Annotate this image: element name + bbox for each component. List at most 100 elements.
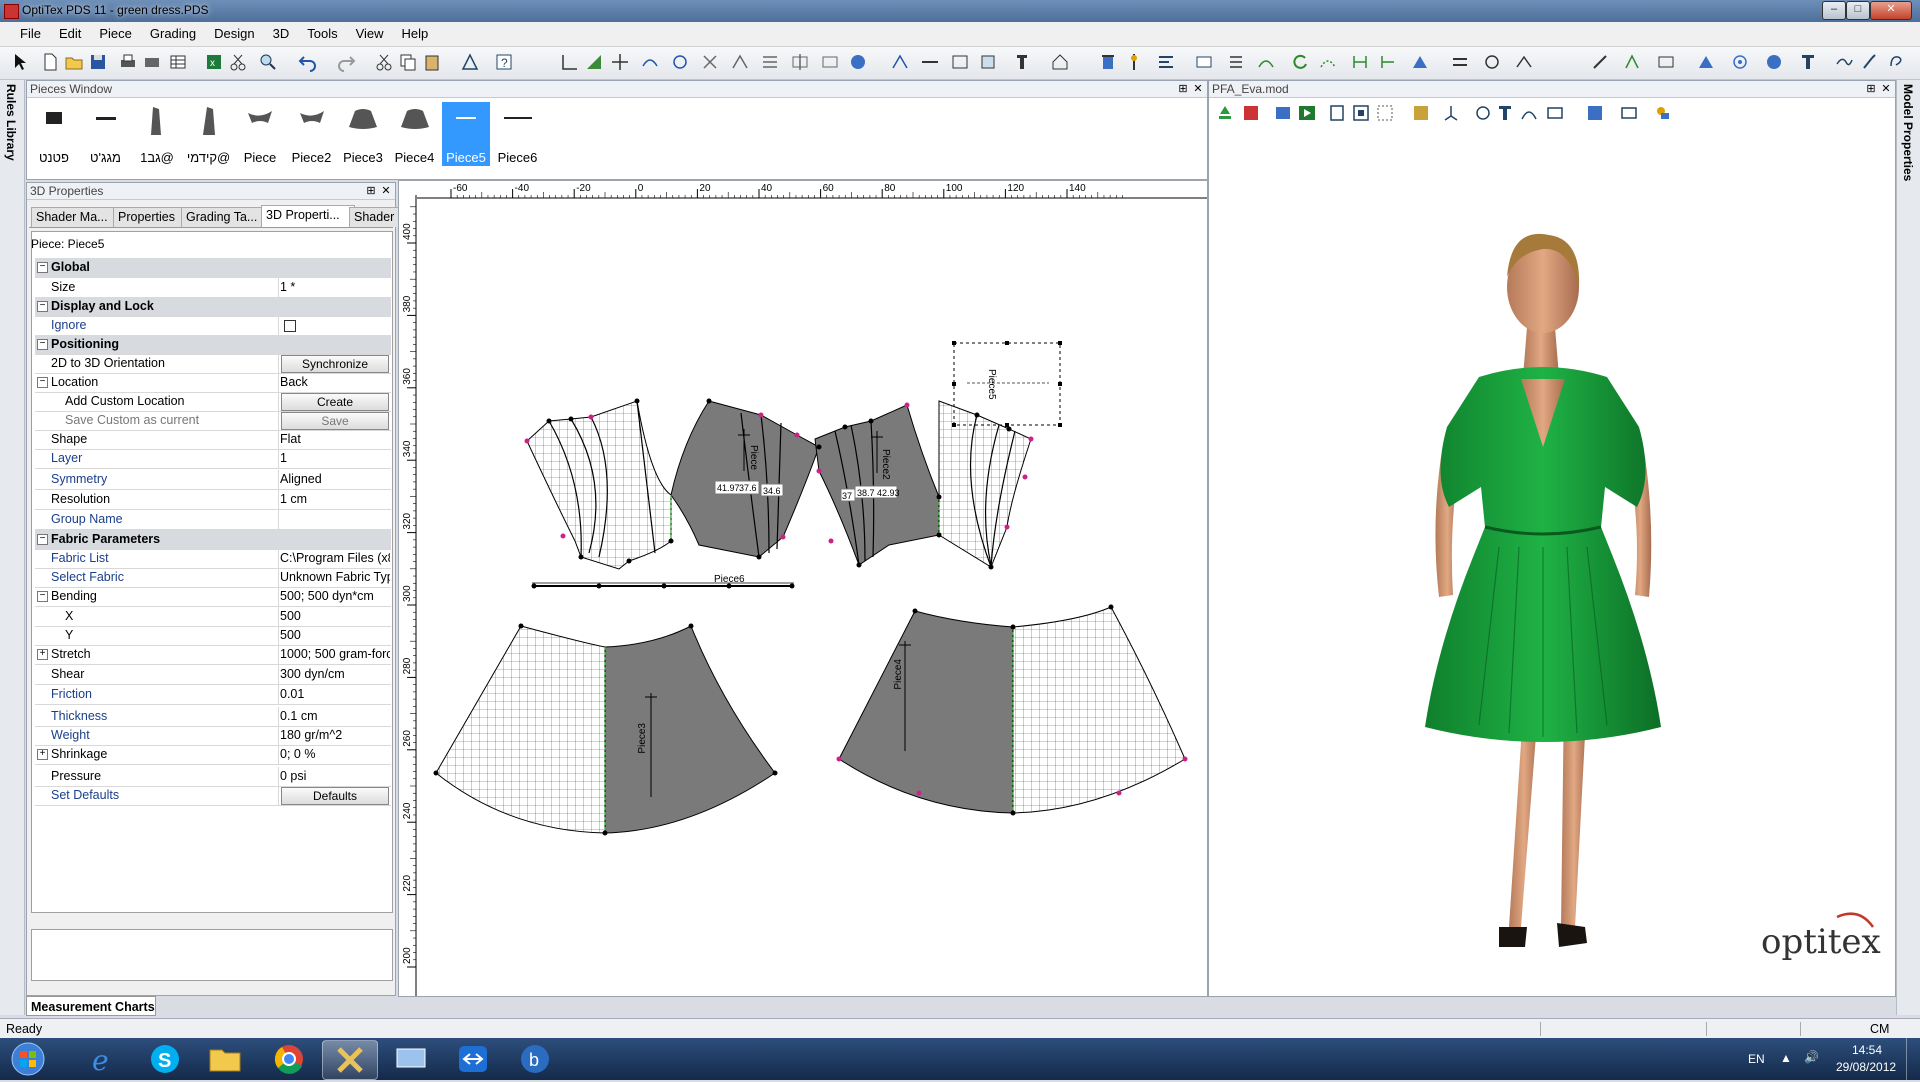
fabric-tool-icon[interactable] xyxy=(1696,52,1716,72)
new-file-icon[interactable] xyxy=(40,52,60,72)
collapse-icon[interactable]: − xyxy=(37,339,48,350)
property-row[interactable]: Shear 300 dyn/cm xyxy=(35,665,391,685)
texture-icon[interactable] xyxy=(1411,103,1431,123)
match-tool-icon[interactable] xyxy=(1350,52,1370,72)
avatar-tool-icon[interactable] xyxy=(1585,103,1605,123)
house-tool-icon[interactable] xyxy=(1050,52,1070,72)
scissors-icon[interactable] xyxy=(228,52,248,72)
property-row[interactable]: Weight 180 gr/m^2 xyxy=(35,726,391,746)
ruler-tool-icon[interactable] xyxy=(920,52,940,72)
internet-explorer-icon[interactable]: e xyxy=(78,1040,132,1078)
settings-3d-icon[interactable] xyxy=(1545,103,1565,123)
model-properties-tab[interactable]: Model Properties xyxy=(1901,84,1915,181)
redo-icon[interactable] xyxy=(336,52,356,72)
globe-tool-icon[interactable] xyxy=(848,52,868,72)
move-tool-icon[interactable] xyxy=(610,52,630,72)
property-value[interactable]: 1 xyxy=(280,451,390,465)
piece-tool-icon[interactable] xyxy=(460,52,480,72)
simulate-icon[interactable] xyxy=(1241,103,1261,123)
property-row[interactable]: Friction 0.01 xyxy=(35,685,391,705)
property-group-row[interactable]: − Display and Lock xyxy=(35,297,391,317)
piece-thumbnail[interactable]: Piece5 xyxy=(442,102,490,166)
piece-thumbnail[interactable]: Piece3 xyxy=(339,102,387,166)
text-3d-icon[interactable] xyxy=(1495,103,1515,123)
plot-icon[interactable] xyxy=(142,52,162,72)
pin-tool-icon[interactable] xyxy=(1124,52,1144,72)
text-tool-icon[interactable] xyxy=(1012,52,1032,72)
piece-thumbnail[interactable]: קידמי@ xyxy=(185,102,233,166)
property-value[interactable]: 300 dyn/cm xyxy=(280,667,390,681)
save-icon[interactable] xyxy=(88,52,108,72)
collapse-icon[interactable]: − xyxy=(37,591,48,602)
close-icon[interactable]: ✕ xyxy=(1192,83,1204,95)
maximize-button[interactable]: □ xyxy=(1846,1,1870,20)
menu-view[interactable]: View xyxy=(347,22,393,46)
piece-thumbnail[interactable]: פטנט xyxy=(30,102,78,166)
property-row[interactable]: 2D to 3D Orientation Synchronize xyxy=(35,354,391,374)
link-tool-icon[interactable] xyxy=(1834,52,1854,72)
piece-thumbnail[interactable]: Piece6 xyxy=(494,102,542,166)
layers-tool-icon[interactable] xyxy=(1194,52,1214,72)
zoom-icon[interactable] xyxy=(258,52,278,72)
globe-icon[interactable] xyxy=(1764,52,1784,72)
menu-edit[interactable]: Edit xyxy=(50,22,90,46)
piece-gray-shape[interactable] xyxy=(604,625,776,834)
show-hidden-icons-icon[interactable]: ▲ xyxy=(1780,1051,1792,1065)
notch-tool-icon[interactable] xyxy=(700,52,720,72)
property-row[interactable]: Y 500 xyxy=(35,626,391,646)
close-icon[interactable]: ✕ xyxy=(1880,83,1892,95)
menu-3d[interactable]: 3D xyxy=(264,22,299,46)
property-value[interactable]: C:\Program Files (x86 xyxy=(280,551,390,565)
property-group-row[interactable]: − Positioning xyxy=(35,335,391,355)
property-row[interactable]: Add Custom Location Create xyxy=(35,392,391,412)
menu-help[interactable]: Help xyxy=(393,22,438,46)
property-row[interactable]: Pressure 0 psi xyxy=(35,767,391,787)
avatar-3d-model[interactable]: optitex xyxy=(1209,127,1895,995)
piece-thumbnail[interactable]: גב1@ xyxy=(133,102,181,166)
zoom-window-icon[interactable] xyxy=(1375,103,1395,123)
property-row[interactable]: Group Name xyxy=(35,510,391,530)
attach-tool-icon[interactable] xyxy=(1378,52,1398,72)
chrome-icon[interactable] xyxy=(262,1040,316,1078)
refresh-icon[interactable] xyxy=(1290,52,1310,72)
cut-icon[interactable] xyxy=(374,52,394,72)
tab-3d-properties[interactable]: 3D Properti... xyxy=(261,205,355,227)
show-desktop-button[interactable] xyxy=(1906,1038,1920,1080)
property-value[interactable]: Back xyxy=(280,375,390,389)
print-icon[interactable] xyxy=(118,52,138,72)
units-indicator[interactable]: CM xyxy=(1870,1019,1889,1039)
recycle-icon[interactable] xyxy=(1215,103,1235,123)
property-row[interactable]: Thickness 0.1 cm xyxy=(35,707,391,727)
record-icon[interactable] xyxy=(1273,103,1293,123)
property-group-row[interactable]: − Fabric Parameters xyxy=(35,530,391,550)
camera-icon[interactable] xyxy=(1473,103,1493,123)
collapse-icon[interactable]: − xyxy=(37,262,48,273)
property-value[interactable]: 0 psi xyxy=(280,769,390,783)
pattern-canvas[interactable]: -60 -40 -20 0 20 40 60 80 100 120 140 400 380 360 340… xyxy=(398,180,1208,997)
property-row[interactable]: + Stretch 1000; 500 gram-force xyxy=(35,645,391,665)
language-indicator[interactable]: EN xyxy=(1748,1052,1765,1066)
help-icon[interactable]: ? xyxy=(494,52,514,72)
tab-grading-table[interactable]: Grading Ta... xyxy=(181,207,267,227)
fit-view-icon[interactable] xyxy=(1351,103,1371,123)
fold-line-icon[interactable] xyxy=(1514,52,1534,72)
remote-desktop-icon[interactable] xyxy=(384,1040,438,1078)
undo-icon[interactable] xyxy=(298,52,318,72)
marker-tool-icon[interactable] xyxy=(978,52,998,72)
clock-date[interactable]: 29/08/2012 xyxy=(1836,1060,1896,1074)
axis-icon[interactable] xyxy=(1441,103,1461,123)
property-value[interactable]: 1000; 500 gram-force xyxy=(280,647,390,661)
pin-icon[interactable]: ⊞ xyxy=(365,185,377,197)
optitex-pds-taskbar-icon[interactable] xyxy=(322,1040,378,1080)
merge-tool-icon[interactable] xyxy=(820,52,840,72)
start-button[interactable] xyxy=(4,1040,52,1078)
property-row[interactable]: Set Defaults Defaults xyxy=(35,786,391,806)
property-button[interactable]: Create xyxy=(281,393,389,411)
rotate-piece-icon[interactable] xyxy=(584,52,604,72)
property-row[interactable]: − Bending 500; 500 dyn*cm xyxy=(35,587,391,607)
property-button[interactable]: Save xyxy=(281,412,389,430)
close-window-button[interactable]: ✕ xyxy=(1870,1,1912,20)
property-row[interactable]: Symmetry Aligned xyxy=(35,470,391,490)
piece-thumbnail[interactable]: מגג'ט xyxy=(82,102,130,166)
text-icon[interactable] xyxy=(1798,52,1818,72)
